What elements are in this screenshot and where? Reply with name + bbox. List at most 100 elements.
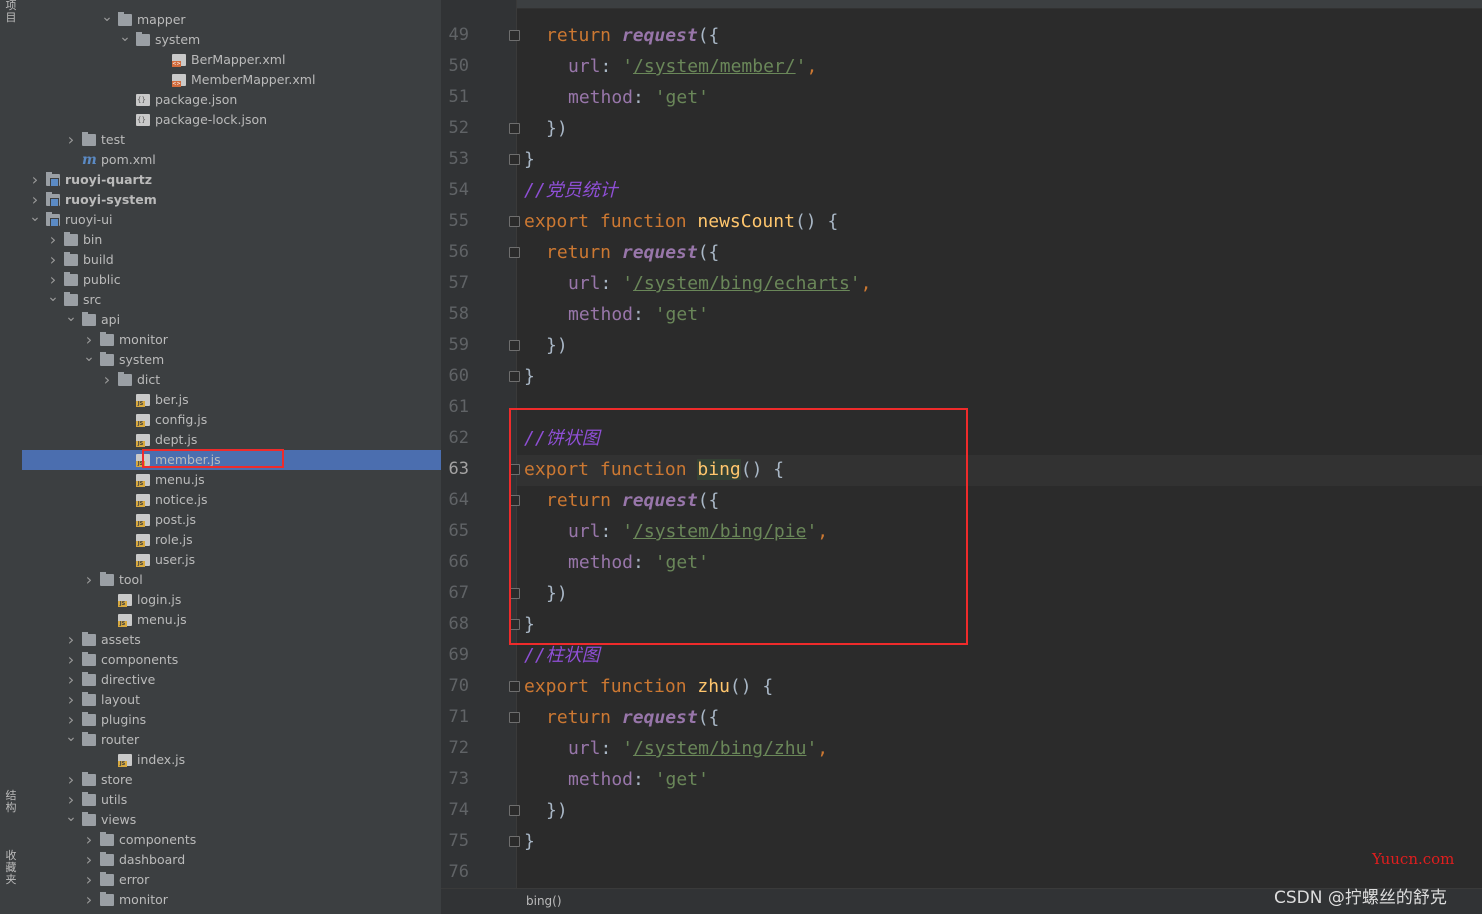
chevron-right-icon[interactable]: › — [28, 190, 42, 210]
chevron-right-icon[interactable]: › — [64, 790, 78, 810]
tree-item-monitor[interactable]: › monitor — [22, 890, 441, 910]
chevron-down-icon[interactable]: ⌄ — [64, 310, 78, 330]
tree-item-dashboard[interactable]: › dashboard — [22, 850, 441, 870]
tree-item-notice-js[interactable]: notice.js — [22, 490, 441, 510]
tree-item-views[interactable]: ⌄ views — [22, 810, 441, 830]
chevron-right-icon[interactable]: › — [82, 830, 96, 850]
tree-item-layout[interactable]: › layout — [22, 690, 441, 710]
fold-marker-icon[interactable] — [509, 836, 520, 848]
tree-item-role-js[interactable]: role.js — [22, 530, 441, 550]
tree-item-index-js[interactable]: index.js — [22, 750, 441, 770]
tree-item-pom-xml[interactable]: m pom.xml — [22, 150, 441, 170]
structure-tool-tab[interactable]: 结构 — [3, 790, 19, 834]
chevron-right-icon[interactable]: › — [64, 630, 78, 650]
chevron-right-icon[interactable]: › — [82, 570, 96, 590]
code-line[interactable]: 71 return request({ — [441, 702, 1482, 733]
code-line[interactable]: 70 export function zhu() { — [441, 671, 1482, 702]
chevron-right-icon[interactable]: › — [64, 710, 78, 730]
code-line[interactable]: 52}) — [441, 113, 1482, 144]
code-line[interactable]: 54 //党员统计 — [441, 175, 1482, 206]
tree-item-package-lock-json[interactable]: package-lock.json — [22, 110, 441, 130]
tree-item-post-js[interactable]: post.js — [22, 510, 441, 530]
code-line[interactable]: 55 export function newsCount() { — [441, 206, 1482, 237]
tree-item-dict[interactable]: › dict — [22, 370, 441, 390]
chevron-right-icon[interactable]: › — [64, 130, 78, 150]
code-editor[interactable]: 49 return request({50 url: '/system/member… — [441, 0, 1482, 914]
chevron-right-icon[interactable]: › — [46, 250, 60, 270]
code-line[interactable]: 74}) — [441, 795, 1482, 826]
code-line[interactable]: 49 return request({ — [441, 20, 1482, 51]
code-line[interactable]: 59}) — [441, 330, 1482, 361]
chevron-right-icon[interactable]: › — [64, 690, 78, 710]
fold-marker-icon[interactable] — [509, 154, 520, 166]
tree-item-public[interactable]: › public — [22, 270, 441, 290]
breadcrumb-function[interactable]: bing() — [526, 894, 562, 908]
favorites-tool-tab[interactable]: 收藏夹 — [3, 850, 19, 910]
tree-item-components[interactable]: › components — [22, 830, 441, 850]
chevron-right-icon[interactable]: › — [28, 170, 42, 190]
fold-marker-icon[interactable] — [509, 247, 520, 259]
tree-item-plugins[interactable]: › plugins — [22, 710, 441, 730]
tree-item-ruoyi-quartz[interactable]: › ruoyi-quartz — [22, 170, 441, 190]
fold-marker-icon[interactable] — [509, 805, 520, 817]
chevron-right-icon[interactable]: › — [64, 650, 78, 670]
chevron-down-icon[interactable]: ⌄ — [46, 290, 60, 310]
tree-item-ber-js[interactable]: ber.js — [22, 390, 441, 410]
tree-item-menu-js[interactable]: menu.js — [22, 470, 441, 490]
code-line[interactable]: 57 url: '/system/bing/echarts', — [441, 268, 1482, 299]
code-line[interactable]: 60} — [441, 361, 1482, 392]
tree-item-error[interactable]: › error — [22, 870, 441, 890]
tree-item-user-js[interactable]: user.js — [22, 550, 441, 570]
tree-item-config-js[interactable]: config.js — [22, 410, 441, 430]
fold-marker-icon[interactable] — [509, 340, 520, 352]
tree-item-router[interactable]: ⌄ router — [22, 730, 441, 750]
fold-marker-icon[interactable] — [509, 712, 520, 724]
tree-item-directive[interactable]: › directive — [22, 670, 441, 690]
chevron-down-icon[interactable]: ⌄ — [28, 210, 42, 230]
tree-item-system[interactable]: ⌄ system — [22, 350, 441, 370]
chevron-right-icon[interactable]: › — [64, 670, 78, 690]
chevron-right-icon[interactable]: › — [46, 270, 60, 290]
code-line[interactable]: 50 url: '/system/member/', — [441, 51, 1482, 82]
fold-marker-icon[interactable] — [509, 30, 520, 42]
tree-item-monitor[interactable]: › monitor — [22, 330, 441, 350]
tree-item-package-json[interactable]: package.json — [22, 90, 441, 110]
tree-item-api[interactable]: ⌄ api — [22, 310, 441, 330]
tree-item-ruoyi-system[interactable]: › ruoyi-system — [22, 190, 441, 210]
tree-item-build[interactable]: › build — [22, 250, 441, 270]
fold-marker-icon[interactable] — [509, 123, 520, 135]
chevron-right-icon[interactable]: › — [82, 850, 96, 870]
chevron-right-icon[interactable]: › — [100, 370, 114, 390]
tree-item-assets[interactable]: › assets — [22, 630, 441, 650]
tree-item-login-js[interactable]: login.js — [22, 590, 441, 610]
fold-marker-icon[interactable] — [509, 371, 520, 383]
tree-item-src[interactable]: ⌄ src — [22, 290, 441, 310]
tree-item-tool[interactable]: › tool — [22, 570, 441, 590]
tree-item-menu-js[interactable]: menu.js — [22, 610, 441, 630]
chevron-down-icon[interactable]: ⌄ — [82, 350, 96, 370]
tree-item-dept-js[interactable]: dept.js — [22, 430, 441, 450]
tree-item-system[interactable]: ⌄ system — [22, 30, 441, 50]
tree-item-bin[interactable]: › bin — [22, 230, 441, 250]
code-line[interactable]: 72 url: '/system/bing/zhu', — [441, 733, 1482, 764]
chevron-right-icon[interactable]: › — [82, 890, 96, 910]
tree-item-ruoyi-ui[interactable]: ⌄ ruoyi-ui — [22, 210, 441, 230]
tree-item-test[interactable]: › test — [22, 130, 441, 150]
chevron-down-icon[interactable]: ⌄ — [118, 30, 132, 50]
code-line[interactable]: 58 method: 'get' — [441, 299, 1482, 330]
chevron-right-icon[interactable]: › — [46, 230, 60, 250]
chevron-down-icon[interactable]: ⌄ — [64, 810, 78, 830]
project-tool-tab[interactable]: 项目 — [3, 0, 19, 34]
chevron-down-icon[interactable]: ⌄ — [64, 730, 78, 750]
code-line[interactable]: 56 return request({ — [441, 237, 1482, 268]
chevron-right-icon[interactable]: › — [82, 330, 96, 350]
chevron-right-icon[interactable]: › — [64, 770, 78, 790]
code-line[interactable]: 75} — [441, 826, 1482, 857]
code-line[interactable]: 53} — [441, 144, 1482, 175]
tree-item-bermapper-xml[interactable]: BerMapper.xml — [22, 50, 441, 70]
fold-marker-icon[interactable] — [509, 216, 520, 228]
tree-item-store[interactable]: › store — [22, 770, 441, 790]
tree-item-mapper[interactable]: ⌄ mapper — [22, 10, 441, 30]
code-line[interactable]: 73 method: 'get' — [441, 764, 1482, 795]
tree-item-membermapper-xml[interactable]: MemberMapper.xml — [22, 70, 441, 90]
